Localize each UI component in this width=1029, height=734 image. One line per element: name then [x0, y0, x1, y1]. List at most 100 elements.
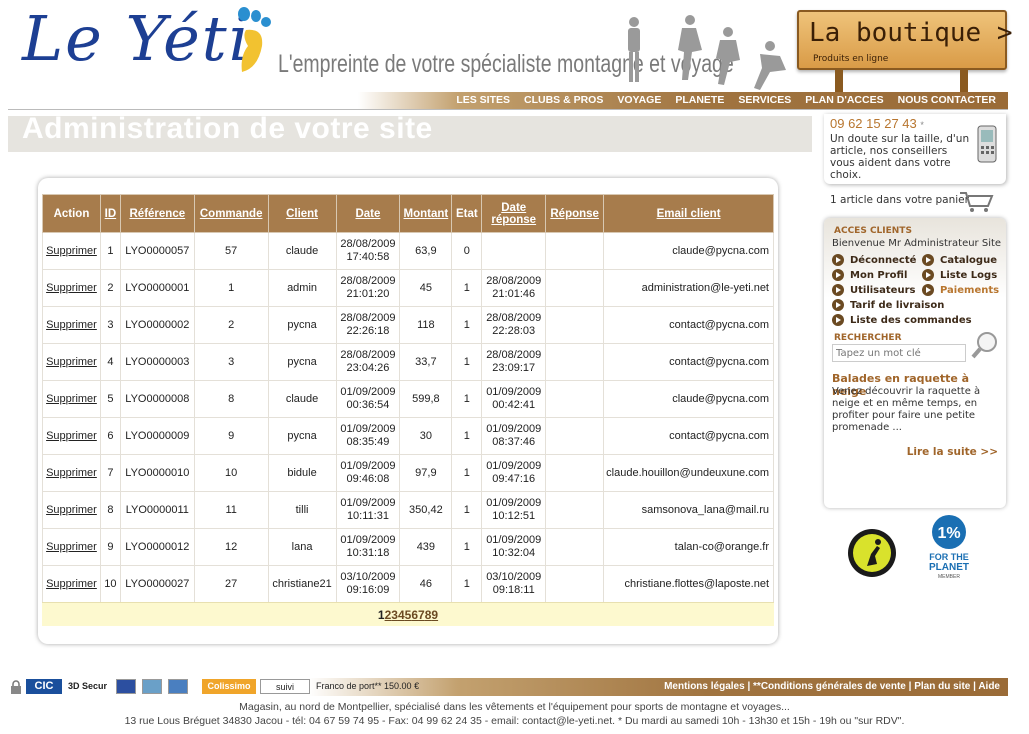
page-link[interactable]: 3 — [391, 608, 398, 622]
date-time: 17:40:58 — [346, 251, 390, 263]
page-link[interactable]: 7 — [418, 608, 425, 622]
menu-deconnecte[interactable]: Déconnecté — [832, 254, 916, 266]
boutique-sign[interactable]: La boutique > Produits en ligne — [797, 10, 1013, 70]
date-day: 03/10/2009 — [486, 571, 542, 583]
cic-logo: CIC — [26, 679, 62, 694]
menu-profil[interactable]: Mon Profil — [832, 269, 907, 281]
table-row: Supprimer 1 LYO0000057 57 claude 28/08/2009 17… — [42, 232, 774, 270]
nav-les-sites[interactable]: LES SITES — [456, 94, 510, 106]
date-day: 28/08/2009 — [486, 312, 542, 324]
link-mentions[interactable]: Mentions légales — [664, 681, 745, 692]
arrow-bullet-icon — [832, 299, 844, 311]
cell-action[interactable]: Supprimer — [42, 343, 101, 381]
cell-date-reponse: 28/08/2009 23:09:17 — [481, 343, 547, 381]
menu-label: Utilisateurs — [850, 284, 916, 296]
nav-services[interactable]: SERVICES — [738, 94, 791, 106]
cell-action[interactable]: Supprimer — [42, 528, 101, 566]
link-plan[interactable]: Plan du site — [914, 681, 970, 692]
table-row: Supprimer 9 LYO0000012 12 lana 01/09/2009 10:3… — [42, 528, 774, 566]
cell-action[interactable]: Supprimer — [42, 232, 101, 270]
svg-text:1%: 1% — [937, 525, 960, 542]
cell-date-reponse: 28/08/2009 22:28:03 — [481, 306, 547, 344]
nav-voyage[interactable]: VOYAGE — [617, 94, 661, 106]
page-link[interactable]: 9 — [431, 608, 438, 622]
arrow-bullet-icon — [922, 284, 934, 296]
cell-date-reponse: 01/09/2009 10:32:04 — [481, 528, 547, 566]
menu-paiements[interactable]: Paiements — [922, 284, 999, 296]
nav-contact[interactable]: NOUS CONTACTER — [898, 94, 996, 106]
cell-commande: 1 — [193, 269, 269, 307]
menu-catalogue[interactable]: Catalogue — [922, 254, 997, 266]
nav-clubs-pros[interactable]: CLUBS & PROS — [524, 94, 603, 106]
cell-etat: 1 — [451, 528, 483, 566]
nav-planete[interactable]: PLANETE — [675, 94, 724, 106]
cell-reference: LYO0000011 — [119, 491, 195, 529]
main-nav: LES SITES CLUBS & PROS VOYAGE PLANETE SE… — [8, 92, 1008, 109]
cell-action[interactable]: Supprimer — [42, 417, 101, 455]
cell-action[interactable]: Supprimer — [42, 306, 101, 344]
cell-date: 01/09/2009 09:46:08 — [335, 454, 401, 492]
cell-action[interactable]: Supprimer — [42, 380, 101, 418]
phone-box: 09 62 15 27 43 * Un doute sur la taille,… — [824, 114, 1006, 184]
cell-date: 01/09/2009 10:31:18 — [335, 528, 401, 566]
search-title: RECHERCHER — [834, 333, 902, 343]
date-day: 28/08/2009 — [486, 275, 542, 287]
cell-montant: 599,8 — [399, 380, 453, 418]
col-id[interactable]: ID — [99, 194, 121, 233]
menu-logs[interactable]: Liste Logs — [922, 269, 997, 281]
col-email[interactable]: Email client — [603, 194, 774, 233]
menu-label: Liste des commandes — [850, 314, 972, 326]
col-date[interactable]: Date — [335, 194, 401, 233]
cart-summary[interactable]: 1 article dans votre panier — [830, 194, 969, 206]
col-commande[interactable]: Commande — [193, 194, 269, 233]
link-aide[interactable]: Aide — [978, 681, 1000, 692]
badge-planet: PLANET — [929, 562, 969, 573]
cell-reference: LYO0000057 — [119, 232, 195, 270]
menu-utilisateurs[interactable]: Utilisateurs — [832, 284, 915, 296]
article-excerpt: Venez découvrir la raquette à neige et e… — [832, 386, 981, 433]
col-etat[interactable]: Etat — [451, 194, 483, 233]
cell-montant: 439 — [399, 528, 453, 566]
one-percent-planet-icon: 1% FOR THE PLANET MEMBER — [929, 515, 969, 580]
phone-number-text: 09 62 15 27 43 — [830, 116, 917, 131]
boutique-title: La boutique > — [809, 18, 1013, 48]
date-time: 08:37:46 — [492, 436, 536, 448]
search-input[interactable] — [832, 344, 966, 362]
cell-etat: 0 — [451, 232, 483, 270]
date-time: 09:47:16 — [492, 473, 536, 485]
read-more-link[interactable]: Lire la suite >> — [907, 446, 998, 458]
search-icon[interactable] — [970, 330, 1000, 360]
col-reponse[interactable]: Réponse — [545, 194, 605, 233]
page-current: 1 — [377, 608, 385, 622]
footer-bar: CIC 3D Secur Colissimo suivi Franco de p… — [8, 678, 1008, 696]
table-header-row: Action ID Référence Commande Client Date… — [42, 194, 774, 233]
col-client[interactable]: Client — [267, 194, 337, 233]
cell-action[interactable]: Supprimer — [42, 269, 101, 307]
cell-action[interactable]: Supprimer — [42, 565, 101, 603]
date-time: 09:46:08 — [346, 473, 390, 485]
table-row: Supprimer 7 LYO0000010 10 bidule 01/09/2009 09… — [42, 454, 774, 492]
cell-reference: LYO0000009 — [119, 417, 195, 455]
cell-montant: 97,9 — [399, 454, 453, 492]
link-cgv[interactable]: **Conditions générales de vente — [753, 681, 906, 692]
cell-reponse — [545, 565, 605, 603]
date-day: 28/08/2009 — [340, 238, 396, 250]
date-time: 00:36:54 — [346, 399, 390, 411]
col-date-reponse[interactable]: Date réponse — [481, 194, 547, 233]
col-reference[interactable]: Référence — [119, 194, 195, 233]
nav-plan-acces[interactable]: PLAN D'ACCES — [805, 94, 883, 106]
col-montant[interactable]: Montant — [399, 194, 453, 233]
site-logo[interactable]: Le Yéti — [22, 2, 251, 75]
cell-action[interactable]: Supprimer — [42, 491, 101, 529]
menu-commandes[interactable]: Liste des commandes — [832, 314, 972, 326]
clients-title: ACCES CLIENTS — [834, 226, 912, 236]
cell-client: pycna — [267, 417, 337, 455]
cell-reference: LYO0000012 — [119, 528, 195, 566]
page-link[interactable]: 4 — [398, 608, 405, 622]
footer-address: Magasin, au nord de Montpellier, spécial… — [0, 700, 1029, 728]
cell-reference: LYO0000003 — [119, 343, 195, 381]
shopping-cart-icon[interactable] — [958, 190, 994, 214]
cell-action[interactable]: Supprimer — [42, 454, 101, 492]
date-day: 01/09/2009 — [340, 460, 396, 472]
menu-tarif[interactable]: Tarif de livraison — [832, 299, 944, 311]
